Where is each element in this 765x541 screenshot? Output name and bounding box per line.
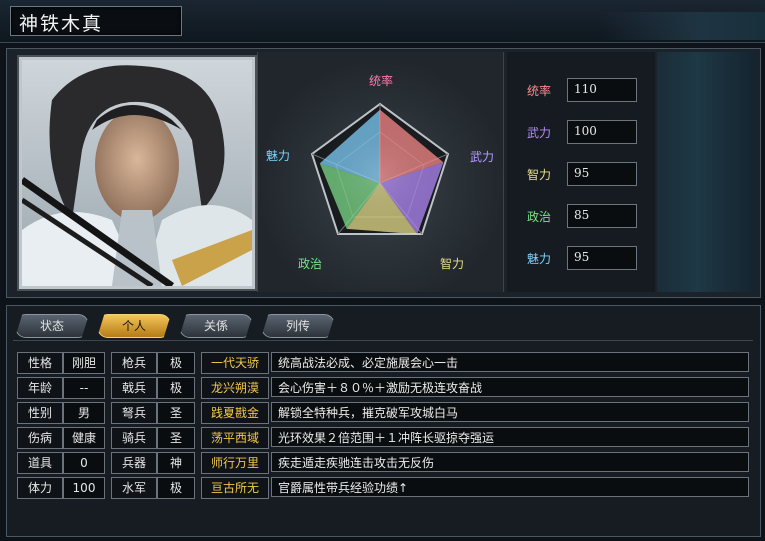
unit-type-label: 水军	[111, 477, 157, 499]
unit-aptitude: 极	[157, 352, 195, 374]
attribute-value: 刚胆	[63, 352, 105, 374]
skill-description: 光环效果２倍范围＋１冲阵长驱掠夺强运	[271, 427, 749, 447]
stat-value-box: 110	[567, 78, 637, 102]
unit-aptitude: 神	[157, 452, 195, 474]
stat-label: 智力	[527, 168, 552, 182]
stat-value-box: 100	[567, 120, 637, 144]
officer-overview-panel: 统率 武力 智力 政治 魅力 统率 110 武力 100 智力 95 政治 85…	[6, 48, 761, 298]
skill-row: 亘古所无 官爵属性带兵经验功绩↑	[201, 476, 751, 499]
stat-row-intelligence: 智力 95	[507, 162, 655, 188]
unit-type-label: 骑兵	[111, 427, 157, 449]
stat-value: 95	[574, 166, 590, 180]
radar-label-bottom-left: 政治	[298, 257, 323, 271]
attribute-label: 伤病	[17, 427, 63, 449]
officer-portrait	[22, 60, 252, 286]
stat-value: 110	[574, 82, 597, 96]
stat-value-box: 95	[567, 246, 637, 270]
stat-value-box: 95	[567, 162, 637, 186]
stat-label: 魅力	[527, 252, 552, 266]
attribute-label: 性别	[17, 402, 63, 424]
attribute-row: 体力 100 水军 极	[17, 476, 197, 499]
stat-row-politics: 政治 85	[507, 204, 655, 230]
tab-biography[interactable]: 列传	[261, 314, 335, 338]
skill-name[interactable]: 践夏戡金	[201, 402, 269, 424]
detail-tabs: 状态 个人 关係 列传	[15, 314, 615, 340]
attribute-value: 健康	[63, 427, 105, 449]
skill-description: 会心伤害＋８０％＋激励无极连攻奋战	[271, 377, 749, 397]
skills-list: 一代天骄 统高战法必成、必定施展会心一击 龙兴朔漠 会心伤害＋８０％＋激励无极连…	[201, 351, 751, 531]
attribute-row: 伤病 健康 骑兵 圣	[17, 426, 197, 449]
radar-label-left: 魅力	[266, 149, 291, 163]
skill-row: 一代天骄 统高战法必成、必定施展会心一击	[201, 351, 751, 374]
stat-row-charisma: 魅力 95	[507, 246, 655, 272]
stat-label: 统率	[527, 84, 552, 98]
skill-name[interactable]: 龙兴朔漠	[201, 377, 269, 399]
header-decoration	[600, 12, 765, 40]
attribute-row: 性别 男 弩兵 圣	[17, 401, 197, 424]
skill-row: 践夏戡金 解锁全特种兵，摧克破军攻城白马	[201, 401, 751, 424]
attribute-row: 年龄 -- 戟兵 极	[17, 376, 197, 399]
unit-aptitude: 极	[157, 377, 195, 399]
officer-name: 神铁木真	[19, 13, 104, 35]
officer-name-box: 神铁木真	[10, 6, 182, 36]
radar-label-bottom-right: 智力	[440, 257, 465, 271]
attribute-label: 道具	[17, 452, 63, 474]
skill-row: 荡平西域 光环效果２倍范围＋１冲阵长驱掠夺强运	[201, 426, 751, 449]
unit-aptitude: 极	[157, 477, 195, 499]
stat-radar-chart: 统率 武力 智力 政治 魅力	[257, 52, 504, 292]
skill-description: 解锁全特种兵，摧克破军攻城白马	[271, 402, 749, 422]
skill-description: 统高战法必成、必定施展会心一击	[271, 352, 749, 372]
stat-row-leadership: 统率 110	[507, 78, 655, 104]
stat-value: 100	[574, 124, 597, 138]
unit-aptitude: 圣	[157, 427, 195, 449]
skill-name[interactable]: 一代天骄	[201, 352, 269, 374]
stat-value: 85	[574, 208, 590, 222]
attribute-row: 性格 刚胆 枪兵 极	[17, 351, 197, 374]
unit-type-label: 兵器	[111, 452, 157, 474]
attribute-label: 体力	[17, 477, 63, 499]
tab-status[interactable]: 状态	[15, 314, 89, 338]
stat-label: 武力	[527, 126, 552, 140]
unit-type-label: 戟兵	[111, 377, 157, 399]
attribute-grid: 性格 刚胆 枪兵 极 年龄 -- 戟兵 极 性别 男 弩兵 圣 伤病 健康 骑兵…	[17, 351, 197, 531]
attribute-value: 0	[63, 452, 105, 474]
tab-personal[interactable]: 个人	[97, 314, 171, 338]
stat-values-panel: 统率 110 武力 100 智力 95 政治 85 魅力 95	[507, 52, 655, 292]
attribute-value: 男	[63, 402, 105, 424]
unit-aptitude: 圣	[157, 402, 195, 424]
side-decoration	[657, 52, 757, 292]
stat-row-war: 武力 100	[507, 120, 655, 146]
attribute-row: 道具 0 兵器 神	[17, 451, 197, 474]
attribute-label: 年龄	[17, 377, 63, 399]
stat-value-box: 85	[567, 204, 637, 228]
skill-name[interactable]: 荡平西域	[201, 427, 269, 449]
skill-row: 师行万里 疾走遁走疾驰连击攻击无反伤	[201, 451, 751, 474]
attribute-value: 100	[63, 477, 105, 499]
tab-relations[interactable]: 关係	[179, 314, 253, 338]
skill-description: 疾走遁走疾驰连击攻击无反伤	[271, 452, 749, 472]
radar-label-right: 武力	[470, 150, 495, 164]
tab-separator	[13, 340, 753, 341]
skill-name[interactable]: 亘古所无	[201, 477, 269, 499]
radar-label-top: 统率	[369, 74, 394, 88]
unit-type-label: 弩兵	[111, 402, 157, 424]
skill-description: 官爵属性带兵经验功绩↑	[271, 477, 749, 497]
stat-value: 95	[574, 250, 590, 264]
portrait-frame	[17, 55, 257, 291]
skill-row: 龙兴朔漠 会心伤害＋８０％＋激励无极连攻奋战	[201, 376, 751, 399]
attribute-value: --	[63, 377, 105, 399]
skill-name[interactable]: 师行万里	[201, 452, 269, 474]
officer-detail-panel: 状态 个人 关係 列传 性格 刚胆 枪兵 极 年龄 -- 戟兵 极 性别 男 弩…	[6, 305, 761, 537]
unit-type-label: 枪兵	[111, 352, 157, 374]
attribute-label: 性格	[17, 352, 63, 374]
stat-label: 政治	[527, 210, 552, 224]
title-bar: 神铁木真	[0, 0, 765, 43]
